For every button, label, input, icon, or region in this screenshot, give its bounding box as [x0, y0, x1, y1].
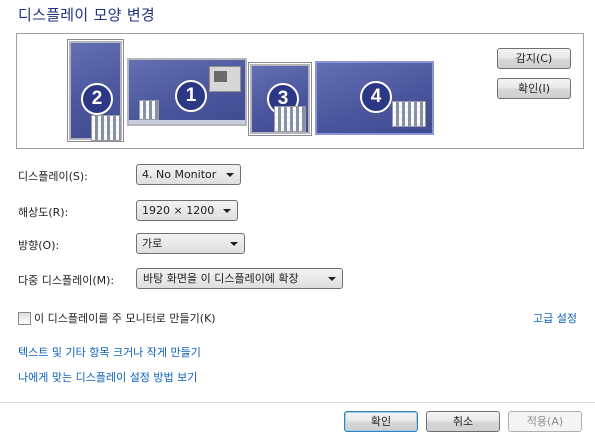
page-title: 디스플레이 모양 변경 [18, 6, 156, 24]
display-select[interactable]: 4. No Monitor [136, 164, 241, 185]
display-settings-help-link[interactable]: 나에게 맞는 디스플레이 설정 방법 보기 [18, 369, 197, 385]
multiple-displays-select-value: 바탕 화면을 이 디스플레이에 확장 [143, 272, 299, 285]
window-icon [209, 66, 241, 92]
monitor-4[interactable]: 4 [315, 61, 434, 135]
chevron-down-icon [230, 242, 238, 246]
monitor-arrangement-area: 2 1 3 4 감지(C) 확인(I) [16, 33, 584, 149]
ok-button[interactable]: 확인 [344, 411, 418, 432]
monitor-number: 1 [175, 80, 207, 112]
detect-button[interactable]: 감지(C) [497, 48, 571, 69]
chevron-down-icon [226, 173, 234, 177]
orientation-select[interactable]: 가로 [136, 233, 245, 254]
chevron-down-icon [328, 277, 336, 281]
apply-button[interactable]: 적용(A) [508, 411, 582, 432]
footer-divider [0, 402, 595, 403]
display-settings-icon [139, 100, 159, 120]
multiple-displays-label: 다중 디스플레이(M): [18, 274, 115, 287]
multiple-displays-select[interactable]: 바탕 화면을 이 디스플레이에 확장 [136, 268, 343, 289]
taskbar [129, 120, 245, 124]
resolution-select-value: 1920 × 1200 [142, 204, 215, 217]
text-size-link[interactable]: 텍스트 및 기타 항목 크거나 작게 만들기 [18, 344, 201, 360]
primary-monitor-checkbox-label[interactable]: 이 디스플레이를 주 모니터로 만들기(K) [34, 310, 216, 326]
display-select-value: 4. No Monitor [142, 168, 217, 181]
monitor-1[interactable]: 1 [127, 58, 247, 126]
display-label: 디스플레이(S): [18, 170, 88, 183]
primary-monitor-checkbox[interactable] [18, 312, 31, 325]
resolution-select[interactable]: 1920 × 1200 [136, 200, 238, 221]
chevron-down-icon [223, 209, 231, 213]
cancel-button[interactable]: 취소 [426, 411, 500, 432]
display-settings-icon [91, 115, 121, 141]
identify-button[interactable]: 확인(I) [497, 78, 571, 99]
monitor-number: 2 [81, 83, 113, 115]
monitor-number: 4 [360, 81, 392, 113]
monitor-3[interactable]: 3 [248, 62, 312, 136]
orientation-label: 방향(O): [18, 239, 60, 252]
advanced-settings-link[interactable]: 고급 설정 [533, 310, 577, 326]
orientation-select-value: 가로 [142, 237, 163, 250]
display-settings-icon [274, 106, 306, 132]
monitor-2[interactable]: 2 [67, 39, 124, 142]
display-settings-icon [392, 101, 426, 127]
resolution-label: 해상도(R): [18, 206, 69, 219]
